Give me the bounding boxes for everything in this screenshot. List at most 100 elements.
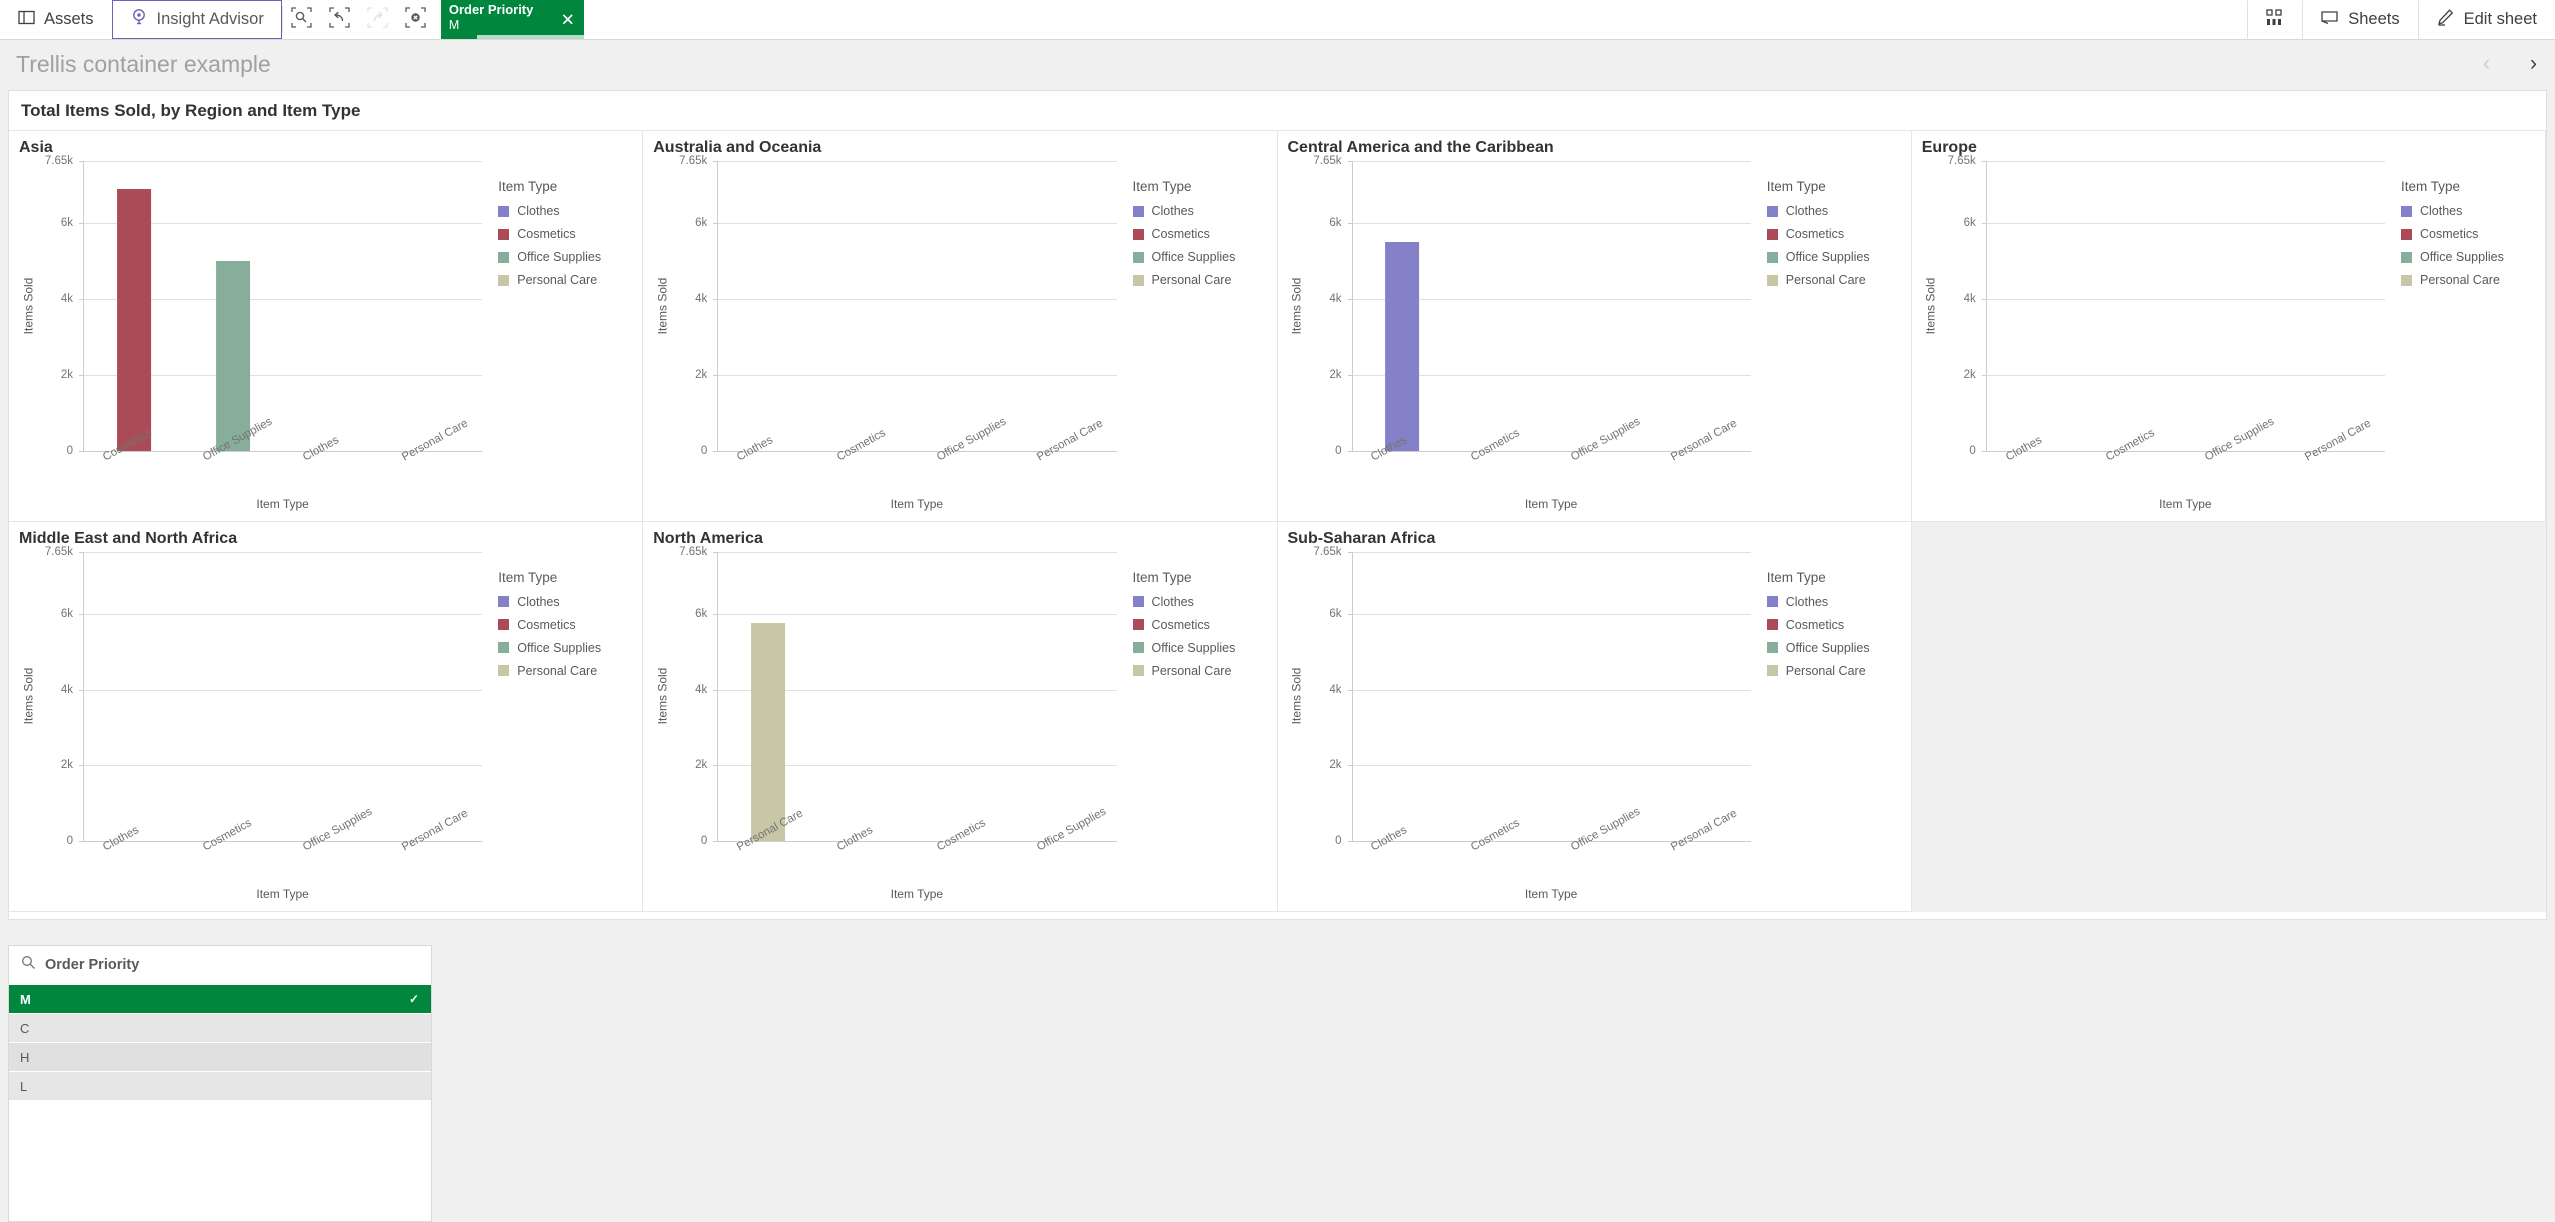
legend-swatch-icon: [498, 274, 510, 286]
legend-swatch-icon: [1132, 596, 1144, 607]
legend-item[interactable]: Clothes: [1132, 204, 1267, 218]
bar[interactable]: [116, 189, 151, 451]
legend-swatch-icon: [2401, 251, 2412, 263]
legend-item[interactable]: Personal Care: [1766, 664, 1901, 678]
filter-value-row[interactable]: C: [9, 1014, 431, 1043]
y-axis-title: Items Sold: [1289, 667, 1304, 725]
legend-swatch-icon: [1132, 228, 1144, 240]
legend-item[interactable]: Cosmetics: [1766, 618, 1901, 632]
legend-item[interactable]: Cosmetics: [1132, 618, 1267, 632]
app-overview-button[interactable]: [2247, 0, 2302, 39]
legend-item[interactable]: Clothes: [498, 595, 632, 609]
y-axis-ticks: 7.65k 6k 4k 2k 0: [671, 546, 713, 848]
legend-item[interactable]: Office Supplies: [498, 250, 632, 264]
y-axis-tick-label: 6k: [1329, 217, 1342, 230]
legend-item[interactable]: Personal Care: [498, 664, 632, 678]
bar-series: [84, 161, 482, 451]
legend-item[interactable]: Office Supplies: [2401, 250, 2535, 264]
x-tick-slot: Clothes: [83, 824, 183, 869]
legend-item[interactable]: Office Supplies: [1766, 250, 1901, 264]
edit-sheet-button[interactable]: Edit sheet: [2417, 0, 2555, 39]
bar-series: [718, 161, 1116, 451]
legend-item[interactable]: Personal Care: [2401, 273, 2535, 287]
legend-item[interactable]: Cosmetics: [498, 618, 632, 632]
legend-item[interactable]: Office Supplies: [1766, 641, 1901, 655]
redo-arrow-icon: [367, 6, 388, 33]
bar-slot: [2285, 161, 2385, 451]
close-icon[interactable]: ✕: [561, 11, 575, 28]
bar[interactable]: [1385, 242, 1420, 451]
filter-value-row[interactable]: H: [9, 1043, 431, 1072]
y-axis-ticks: 7.65k 6k 4k 2k 0: [1940, 155, 1982, 457]
legend-item[interactable]: Personal Care: [498, 273, 632, 287]
legend-item[interactable]: Clothes: [1132, 595, 1267, 609]
bar[interactable]: [751, 623, 785, 841]
y-axis-title: Items Sold: [655, 277, 670, 335]
x-axis-title: Item Type: [1524, 496, 1578, 511]
undo-arrow-icon: [329, 6, 350, 33]
legend-swatch-icon: [2401, 228, 2412, 240]
clear-selections-button[interactable]: [397, 0, 435, 39]
x-axis-ticks: Clothes Cosmetics Office Supplies Personal …: [1986, 415, 2385, 479]
legend-item[interactable]: Clothes: [498, 204, 632, 218]
chart-area: Items Sold 7.65k 6k 4k 2k 0 Clothes Cosmetics Of…: [1288, 546, 1901, 906]
legend-item[interactable]: Personal Care: [1132, 664, 1267, 678]
bar-slot: [1017, 161, 1117, 451]
insight-advisor-button[interactable]: Insight Advisor: [111, 0, 282, 39]
legend-item-label: Clothes: [517, 594, 560, 609]
x-axis-title: Item Type: [2159, 496, 2212, 511]
step-back-button[interactable]: [321, 0, 359, 39]
bar[interactable]: [216, 261, 251, 451]
legend-item[interactable]: Clothes: [1766, 595, 1901, 609]
chevron-left-icon[interactable]: ‹: [2473, 52, 2500, 76]
assets-label: Assets: [44, 10, 94, 28]
selection-chip-order-priority[interactable]: Order Priority M ✕: [440, 0, 584, 39]
legend-item[interactable]: Office Supplies: [498, 641, 632, 655]
legend-item[interactable]: Personal Care: [1132, 273, 1267, 287]
y-axis-tick-label: 2k: [60, 759, 73, 772]
legend-swatch-icon: [1766, 205, 1778, 217]
chart-legend: Item Type Clothes Cosmetics Office Supplies…: [1119, 161, 1267, 515]
toolbar-right-group: Sheets Edit sheet: [2247, 0, 2555, 39]
panel-icon: [18, 9, 35, 31]
bar-slot: [917, 552, 1017, 842]
y-axis-ticks: 7.65k 6k 4k 2k 0: [1306, 155, 1348, 457]
y-axis-tick-label: 7.65k: [1313, 155, 1342, 167]
sheet-icon: [2320, 8, 2339, 32]
legend-item[interactable]: Cosmetics: [2401, 227, 2535, 241]
filter-value-row[interactable]: M ✓: [9, 985, 431, 1014]
trellis-grid: Asia Items Sold 7.65k 6k 4k 2k 0 Cosmetics Offic…: [9, 130, 2546, 912]
legend-item-label: Clothes: [1785, 204, 1829, 218]
legend-item[interactable]: Cosmetics: [1132, 227, 1267, 241]
assets-button[interactable]: Assets: [0, 0, 112, 39]
legend-item[interactable]: Clothes: [2401, 204, 2535, 218]
legend-item[interactable]: Clothes: [1766, 204, 1901, 218]
bar-slot: [84, 552, 184, 842]
filter-value-row[interactable]: L: [9, 1072, 431, 1101]
chevron-right-icon[interactable]: ›: [2520, 52, 2547, 76]
chart-title: Europe: [1921, 139, 1977, 156]
smart-search-button[interactable]: [283, 0, 321, 39]
lightbulb-icon: [130, 8, 148, 31]
filter-search-input[interactable]: Order Priority: [9, 946, 431, 985]
chart-area: Items Sold 7.65k 6k 4k 2k 0 Personal Care Cloth…: [653, 546, 1267, 906]
chart-title: Asia: [19, 139, 53, 156]
step-forward-button[interactable]: [359, 0, 397, 39]
legend-item[interactable]: Personal Care: [1766, 273, 1901, 287]
sheets-button[interactable]: Sheets: [2302, 0, 2417, 39]
legend-title: Item Type: [1132, 569, 1192, 585]
legend-item[interactable]: Office Supplies: [1132, 250, 1267, 264]
legend-item[interactable]: Cosmetics: [1766, 227, 1901, 241]
legend-swatch-icon: [498, 205, 510, 217]
chart-legend: Item Type Clothes Cosmetics Office Supplies…: [1753, 161, 1901, 515]
x-axis-title: Item Type: [256, 496, 309, 511]
bar-slot: [184, 552, 284, 842]
legend-swatch-icon: [1132, 205, 1144, 217]
x-axis-ticks: Personal Care Clothes Cosmetics Office Supp…: [717, 806, 1116, 869]
bar-series: [1353, 161, 1751, 451]
legend-item[interactable]: Cosmetics: [498, 227, 632, 241]
y-axis-tick-label: 2k: [1329, 368, 1342, 381]
legend-swatch-icon: [1766, 619, 1778, 630]
y-axis-tick-label: 4k: [1963, 293, 1976, 306]
legend-item[interactable]: Office Supplies: [1132, 641, 1267, 655]
